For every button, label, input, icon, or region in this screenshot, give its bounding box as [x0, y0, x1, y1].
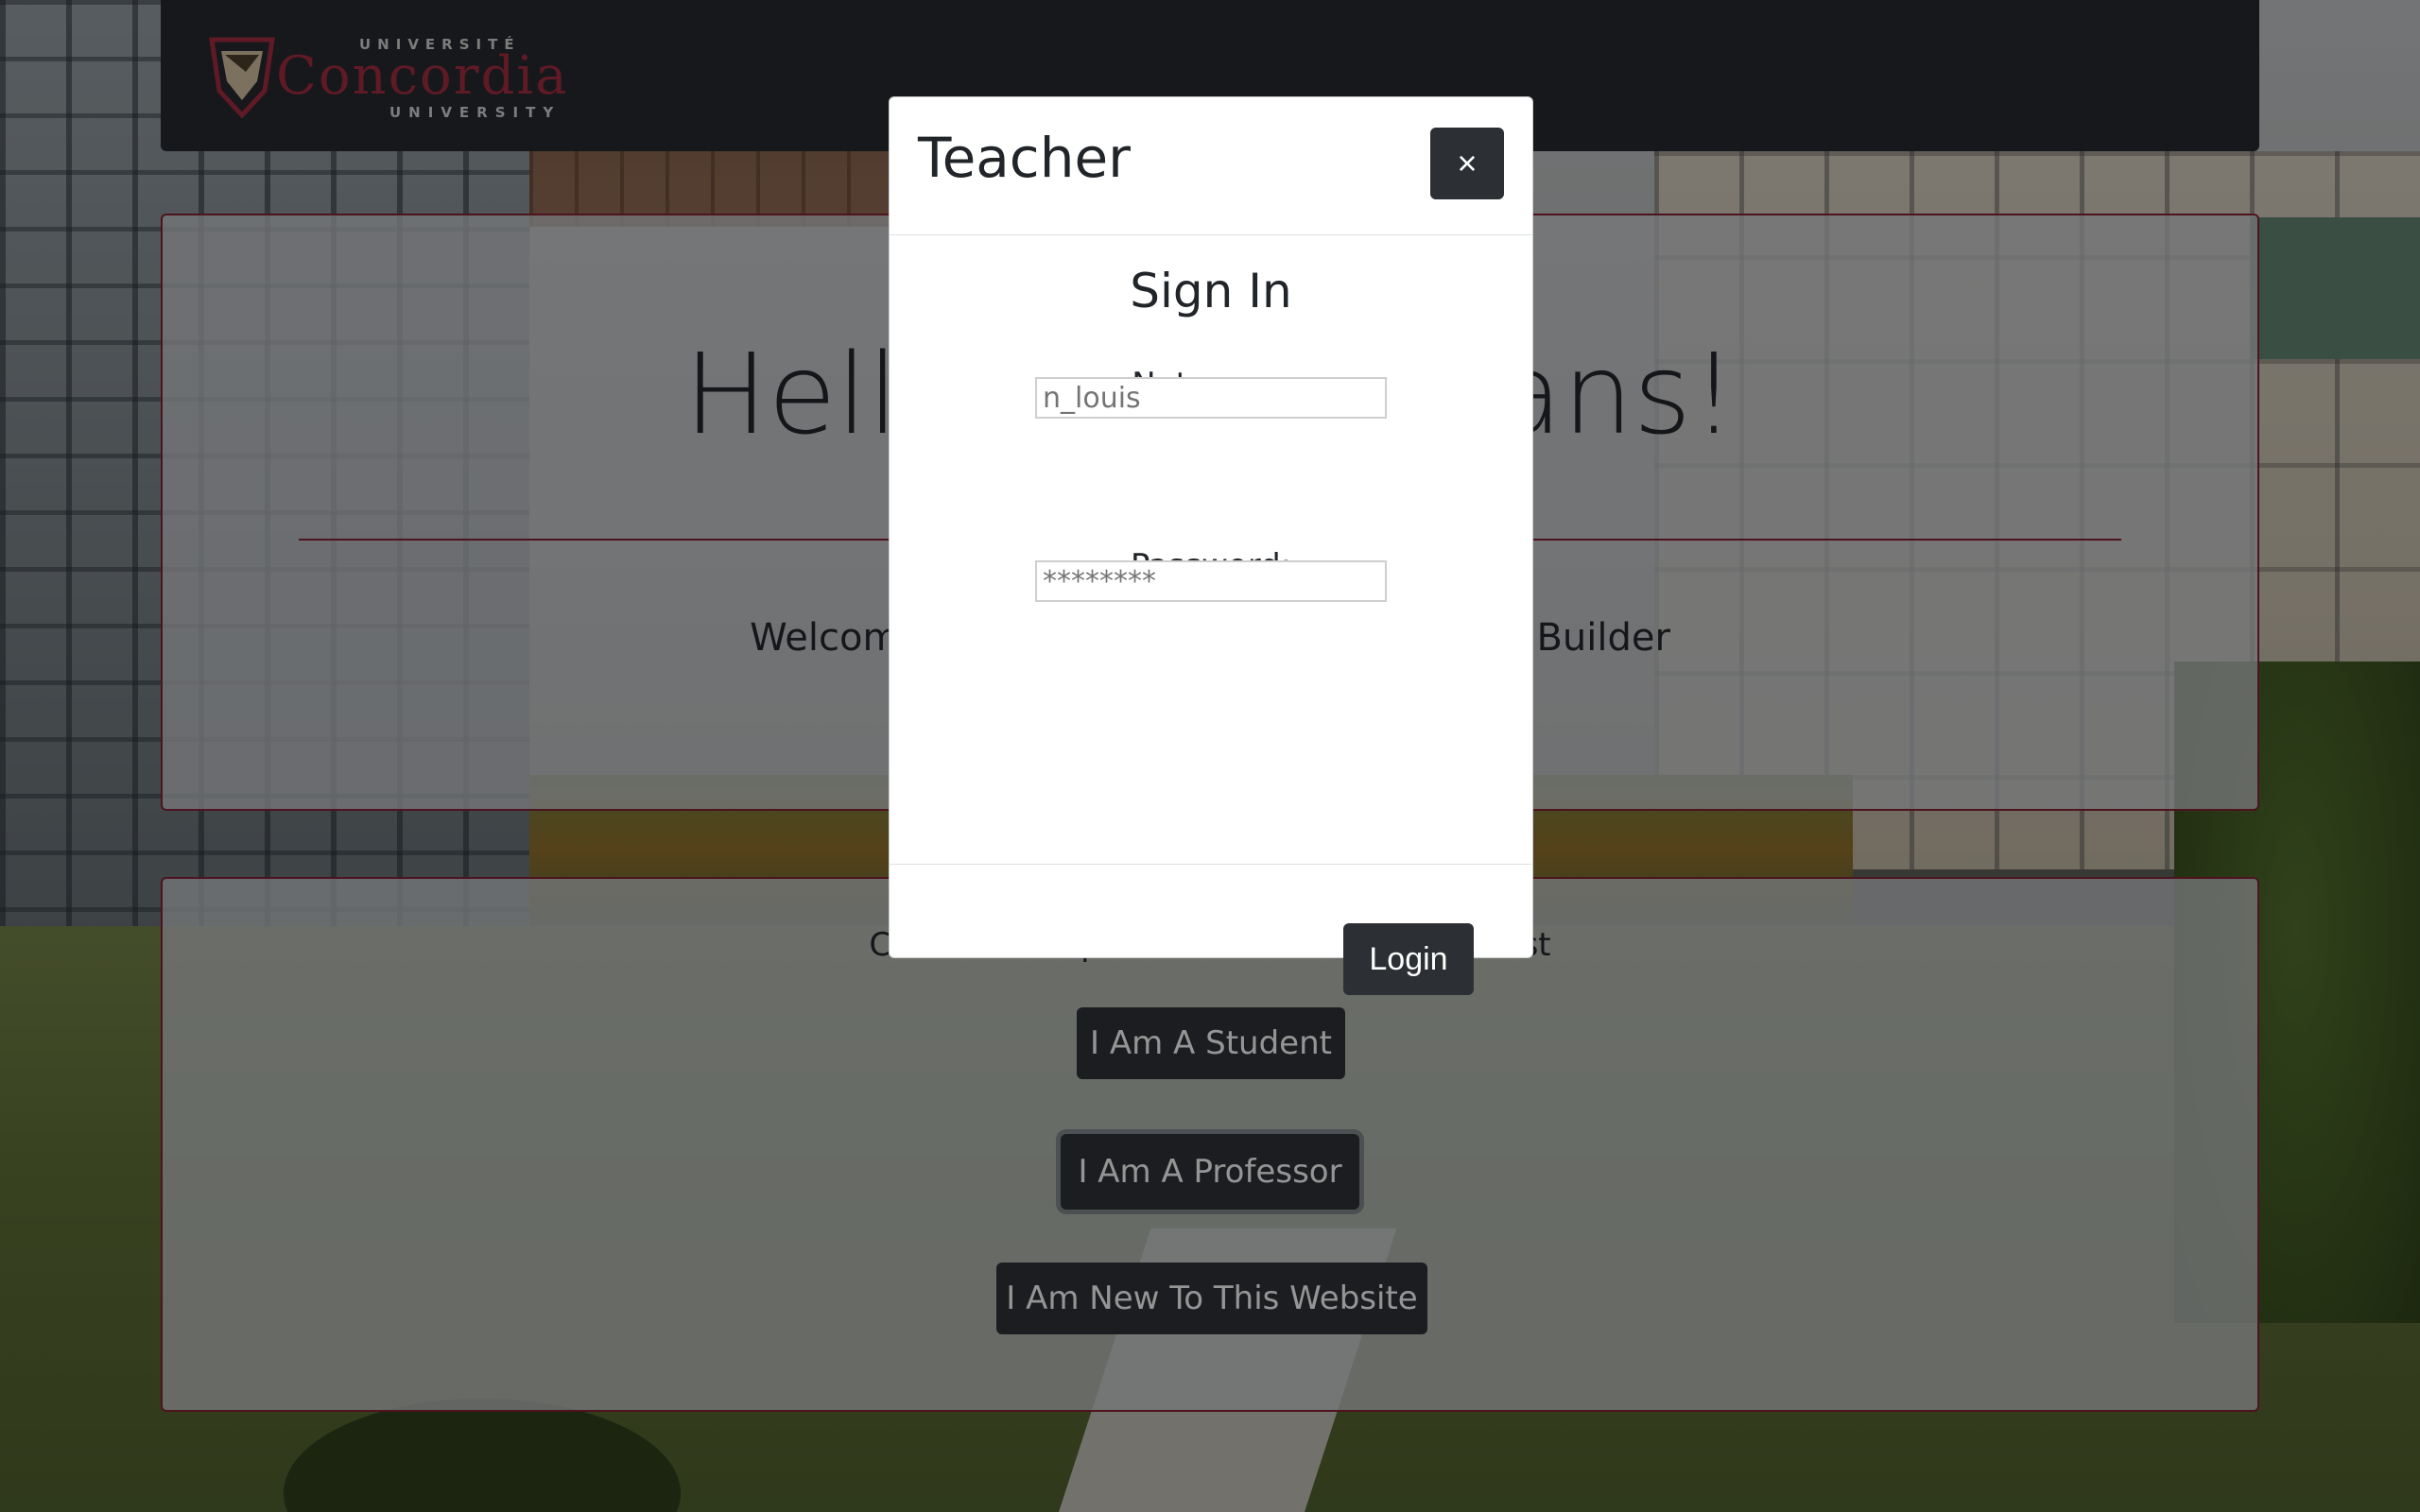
modal-title: Teacher [918, 126, 1131, 190]
close-button[interactable]: × [1430, 128, 1504, 199]
netname-input[interactable] [1035, 377, 1387, 419]
login-button[interactable]: Login [1343, 923, 1474, 995]
modal-body: Sign In Netname: Password: [890, 235, 1532, 865]
modal-header: Teacher × [890, 97, 1532, 235]
sign-in-heading: Sign In [1130, 264, 1292, 318]
password-input[interactable] [1035, 560, 1387, 602]
close-icon: × [1457, 144, 1478, 182]
page: UNIVERSITÉ Concordia UNIVERSITY Hello Co… [0, 0, 2420, 1512]
modal-footer: Login [890, 865, 1532, 995]
teacher-login-modal: Teacher × Sign In Netname: Password: Log… [889, 96, 1533, 995]
